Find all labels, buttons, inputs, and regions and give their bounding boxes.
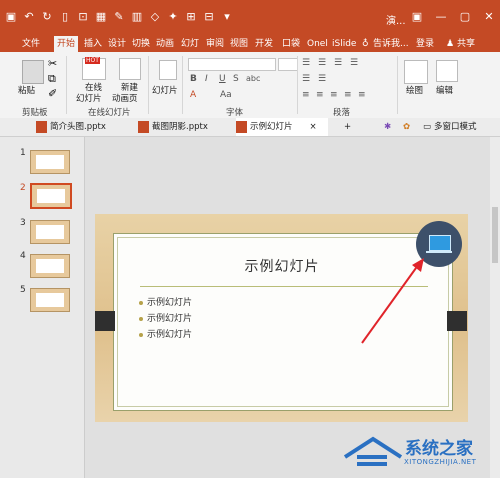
annotation-arrow xyxy=(361,258,424,344)
watermark-name: 系统之家 xyxy=(405,439,473,459)
powerpoint-window: ▣ ↶ ↻ ▯ ⊡ ▦ ✎ ▥ ◇ ✦ ⊞ ⊟ ▾ 演... ▣ — ▢ ✕ 文… xyxy=(0,0,500,478)
watermark-url: XITONGZHIJIA.NET xyxy=(404,458,477,466)
